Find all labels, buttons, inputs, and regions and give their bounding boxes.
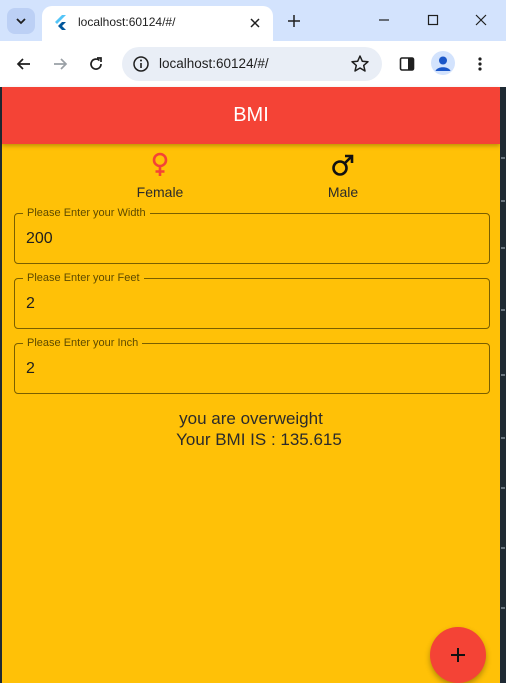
gender-female-label: Female: [136, 184, 184, 200]
inch-field: Please Enter your Inch: [14, 336, 490, 394]
menu-button[interactable]: [467, 51, 493, 77]
new-tab-button[interactable]: [283, 10, 305, 32]
plus-icon: [288, 15, 300, 27]
browser-tab-active[interactable]: localhost:60124/#/: [42, 6, 273, 41]
feet-field: Please Enter your Feet: [14, 271, 490, 329]
address-bar[interactable]: localhost:60124/#/: [122, 47, 382, 81]
tab-close-button[interactable]: [245, 13, 265, 33]
close-icon: [250, 18, 260, 28]
width-field-label: Please Enter your Width: [23, 206, 150, 220]
gender-female-option[interactable]: Female: [100, 152, 220, 200]
arrow-left-icon: [16, 58, 30, 70]
maximize-icon: [427, 14, 439, 26]
chevron-down-icon: [16, 18, 26, 25]
minimize-button[interactable]: [367, 6, 401, 34]
feet-field-label: Please Enter your Feet: [23, 271, 144, 285]
plus-icon: [451, 648, 465, 662]
arrow-right-icon: [54, 58, 68, 70]
width-input[interactable]: [15, 214, 489, 263]
side-panel-button[interactable]: [394, 51, 420, 77]
width-field: Please Enter your Width: [14, 206, 490, 264]
female-icon: [152, 152, 168, 176]
app-bar: BMI: [2, 87, 500, 144]
window-close-button[interactable]: [464, 6, 498, 34]
app-title: BMI: [233, 104, 269, 126]
tab-search-button[interactable]: [7, 8, 35, 34]
reload-icon: [90, 57, 102, 70]
inch-input[interactable]: [15, 344, 489, 393]
maximize-button[interactable]: [416, 6, 450, 34]
tab-title: localhost:60124/#/: [78, 15, 176, 29]
flutter-icon: [55, 15, 66, 30]
reload-button[interactable]: [83, 51, 109, 77]
profile-avatar[interactable]: [431, 51, 455, 75]
bookmark-star-icon[interactable]: [350, 54, 370, 74]
bmi-value-text: Your BMI IS : 135.615: [176, 430, 342, 449]
more-vert-icon: [478, 57, 482, 71]
feet-input[interactable]: [15, 279, 489, 328]
gender-male-label: Male: [327, 184, 359, 200]
bmi-status-text: you are overweight: [179, 409, 323, 428]
browser-tabstrip: localhost:60124/#/: [0, 0, 506, 41]
info-icon[interactable]: [132, 55, 150, 73]
gender-male-option[interactable]: Male: [283, 152, 403, 200]
url-text[interactable]: localhost:60124/#/: [159, 56, 269, 71]
person-icon: [435, 56, 451, 71]
inch-field-label: Please Enter your Inch: [23, 336, 143, 350]
calculate-fab-button[interactable]: [430, 627, 486, 683]
forward-button[interactable]: [47, 51, 73, 77]
minimize-icon: [379, 19, 389, 21]
close-icon: [475, 14, 487, 26]
page-edge: [500, 87, 506, 683]
side-panel-icon: [399, 57, 415, 71]
male-icon: [332, 154, 354, 176]
back-button[interactable]: [11, 51, 37, 77]
browser-toolbar: localhost:60124/#/: [0, 41, 506, 87]
bmi-app: BMI Female Male Please Enter your Width …: [2, 87, 500, 683]
